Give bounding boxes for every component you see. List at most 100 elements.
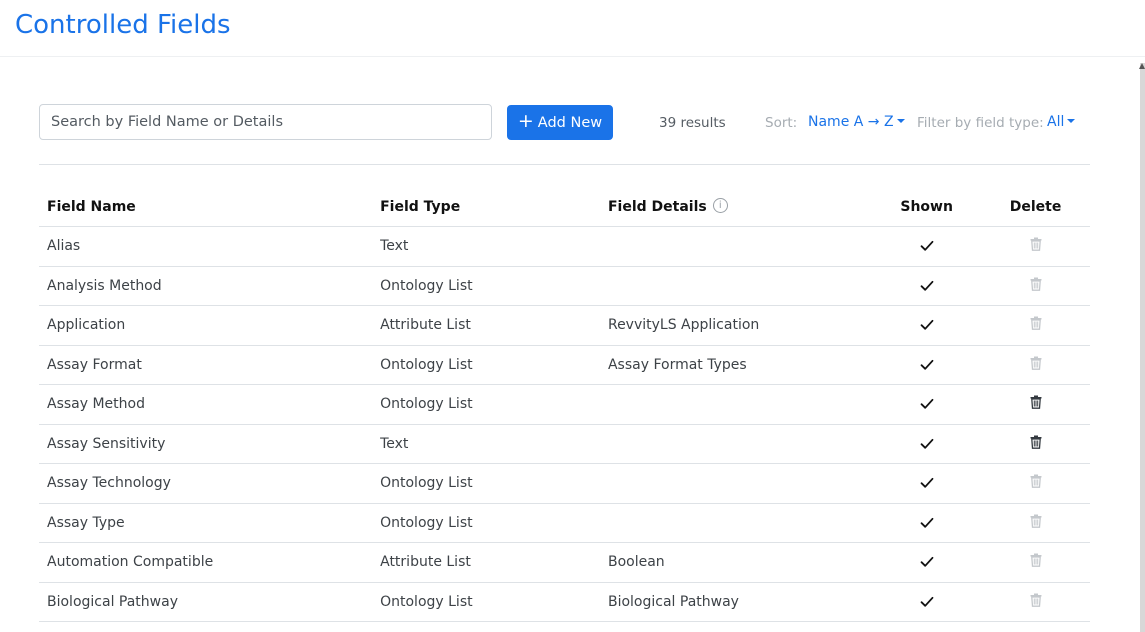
cell-shown	[872, 503, 982, 543]
check-icon[interactable]	[872, 517, 981, 529]
cell-field-type: Ontology List	[372, 503, 600, 543]
plus-icon: +	[517, 110, 534, 132]
check-icon[interactable]	[872, 240, 981, 252]
check-icon[interactable]	[872, 319, 981, 331]
cell-field-details	[599, 463, 873, 504]
check-icon[interactable]	[872, 359, 981, 371]
info-icon[interactable]: i	[712, 198, 728, 213]
table-row[interactable]: Assay Type Ontology List	[39, 503, 1090, 543]
cell-delete	[981, 226, 1090, 267]
trash-icon	[1030, 277, 1042, 291]
trash-icon	[1030, 356, 1042, 370]
cell-field-details	[599, 384, 873, 425]
cell-field-details: RevvityLS Application	[599, 305, 873, 346]
header-field-type[interactable]: Field Type	[372, 188, 600, 227]
caret-down-icon	[896, 118, 905, 123]
table-header-row: Field Name Field Type Field Details i Sho…	[39, 188, 1090, 227]
cell-field-name: Application	[39, 305, 373, 346]
cell-field-type: Text	[372, 226, 600, 267]
cell-delete	[981, 345, 1090, 385]
cell-field-name: Alias	[39, 226, 373, 267]
cell-field-type: Attribute List	[372, 305, 600, 346]
check-icon[interactable]	[872, 477, 981, 489]
trash-icon	[1030, 593, 1042, 607]
table-row[interactable]: Assay Technology Ontology List	[39, 463, 1090, 504]
cell-field-name: Assay Technology	[39, 463, 373, 504]
cell-shown	[872, 424, 982, 464]
cell-delete	[981, 503, 1090, 543]
cell-field-name: Assay Type	[39, 503, 373, 543]
cell-delete	[981, 305, 1090, 346]
page-title: Controlled Fields	[15, 10, 231, 40]
scroll-up-arrow-icon[interactable]	[1139, 63, 1145, 69]
cell-field-type: Ontology List	[372, 266, 600, 306]
cell-delete	[981, 582, 1090, 622]
cell-shown	[872, 542, 982, 583]
trash-icon	[1030, 514, 1042, 528]
cell-field-type: Ontology List	[372, 582, 600, 622]
trash-icon[interactable]	[1030, 435, 1042, 449]
sort-value: Name A → Z	[808, 114, 894, 130]
cell-shown	[872, 345, 982, 385]
cell-shown	[872, 305, 982, 346]
trash-icon	[1030, 553, 1042, 568]
header-delete: Delete	[981, 188, 1090, 227]
check-icon[interactable]	[872, 398, 981, 410]
table-row[interactable]: Automation Compatible Attribute List Boole…	[39, 542, 1090, 583]
filter-dropdown[interactable]: All	[1047, 114, 1076, 130]
cell-shown	[872, 463, 982, 504]
cell-field-details	[599, 266, 873, 306]
table-body: Alias Text Analysis Method Ontology List App…	[39, 226, 1090, 622]
table-row[interactable]: Assay Method Ontology List	[39, 384, 1090, 425]
cell-field-type: Ontology List	[372, 384, 600, 425]
search-input[interactable]	[39, 104, 492, 140]
table-row[interactable]: Alias Text	[39, 226, 1090, 267]
trash-icon	[1030, 474, 1042, 489]
header-shown: Shown	[872, 188, 982, 227]
header-field-name[interactable]: Field Name	[39, 188, 373, 227]
table-row[interactable]: Application Attribute List RevvityLS Appli…	[39, 305, 1090, 346]
sort-label: Sort:	[765, 115, 798, 131]
cell-delete	[981, 542, 1090, 583]
cell-field-name: Analysis Method	[39, 266, 373, 306]
cell-field-name: Assay Sensitivity	[39, 424, 373, 464]
check-icon[interactable]	[872, 556, 981, 568]
check-icon[interactable]	[872, 596, 981, 608]
results-count: 39 results	[659, 115, 726, 131]
filter-label: Filter by field type:	[917, 115, 1044, 131]
cell-shown	[872, 226, 982, 267]
trash-icon	[1030, 316, 1042, 331]
cell-field-name: Biological Pathway	[39, 582, 373, 622]
filter-value: All	[1047, 114, 1065, 130]
cell-shown	[872, 384, 982, 425]
cell-delete	[981, 266, 1090, 306]
check-icon[interactable]	[872, 280, 981, 292]
caret-down-icon	[1067, 118, 1076, 123]
cell-delete	[981, 463, 1090, 504]
table-row[interactable]: Biological Pathway Ontology List Biologica…	[39, 582, 1090, 622]
cell-field-type: Attribute List	[372, 542, 600, 583]
cell-field-name: Assay Format	[39, 345, 373, 385]
trash-icon	[1030, 237, 1042, 252]
trash-icon[interactable]	[1030, 395, 1042, 410]
cell-shown	[872, 582, 982, 622]
page-header: Controlled Fields	[0, 0, 1145, 57]
check-icon[interactable]	[872, 438, 981, 450]
cell-delete	[981, 424, 1090, 464]
header-field-details: Field Details i	[599, 188, 873, 227]
cell-field-details	[599, 503, 873, 543]
add-new-button[interactable]: + Add New	[507, 105, 613, 140]
cell-field-type: Ontology List	[372, 345, 600, 385]
cell-field-name: Automation Compatible	[39, 542, 373, 583]
cell-field-type: Ontology List	[372, 463, 600, 504]
cell-field-type: Text	[372, 424, 600, 464]
table-row[interactable]: Assay Format Ontology List Assay Format Ty…	[39, 345, 1090, 385]
table-row[interactable]: Assay Sensitivity Text	[39, 424, 1090, 464]
cell-delete	[981, 384, 1090, 425]
cell-field-details: Biological Pathway	[599, 582, 873, 622]
cell-field-details: Assay Format Types	[599, 345, 873, 385]
scrollbar[interactable]	[1140, 63, 1145, 632]
cell-shown	[872, 266, 982, 306]
sort-dropdown[interactable]: Name A → Z	[808, 114, 905, 130]
table-row[interactable]: Analysis Method Ontology List	[39, 266, 1090, 306]
